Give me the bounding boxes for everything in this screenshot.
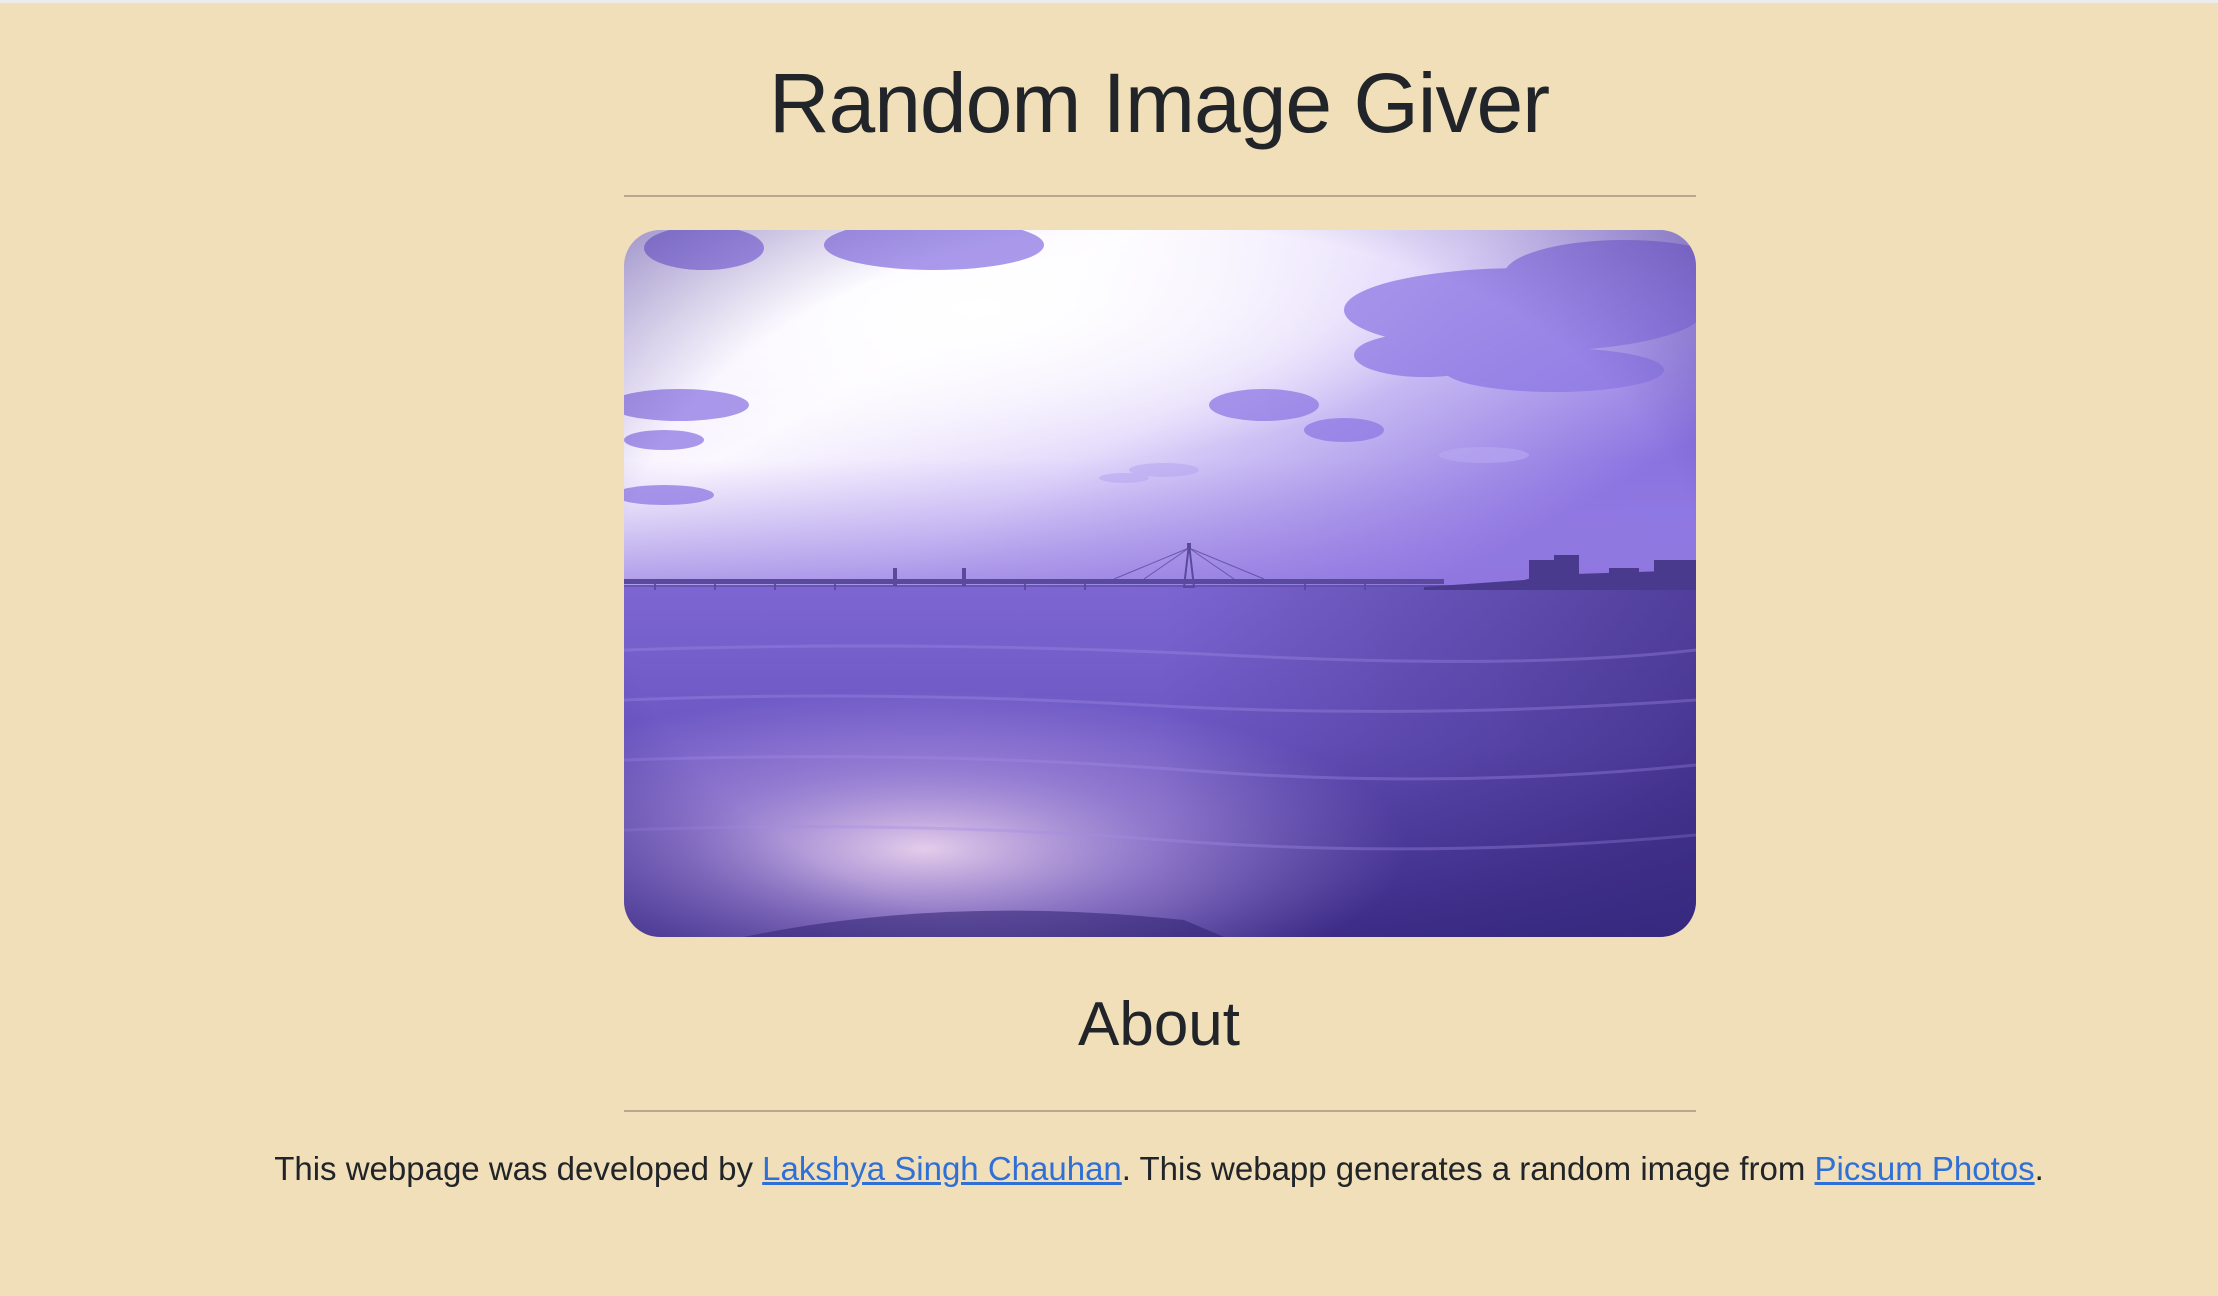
random-image (624, 230, 1696, 937)
about-text-middle: . This webapp generates a random image f… (1121, 1150, 1815, 1187)
about-text-after: . (2034, 1150, 2044, 1187)
about-divider (624, 1110, 1696, 1112)
top-edge (0, 0, 2218, 3)
title-divider (624, 195, 1696, 197)
author-link[interactable]: Lakshya Singh Chauhan (762, 1150, 1122, 1187)
page-title: Random Image Giver (768, 56, 1550, 150)
about-text-before-author: This webpage was developed by (274, 1150, 763, 1187)
about-heading: About (1077, 990, 1241, 1059)
about-text: This webpage was developed by Lakshya Si… (0, 1146, 2218, 1192)
picsum-photos-link[interactable]: Picsum Photos (1815, 1150, 2035, 1187)
